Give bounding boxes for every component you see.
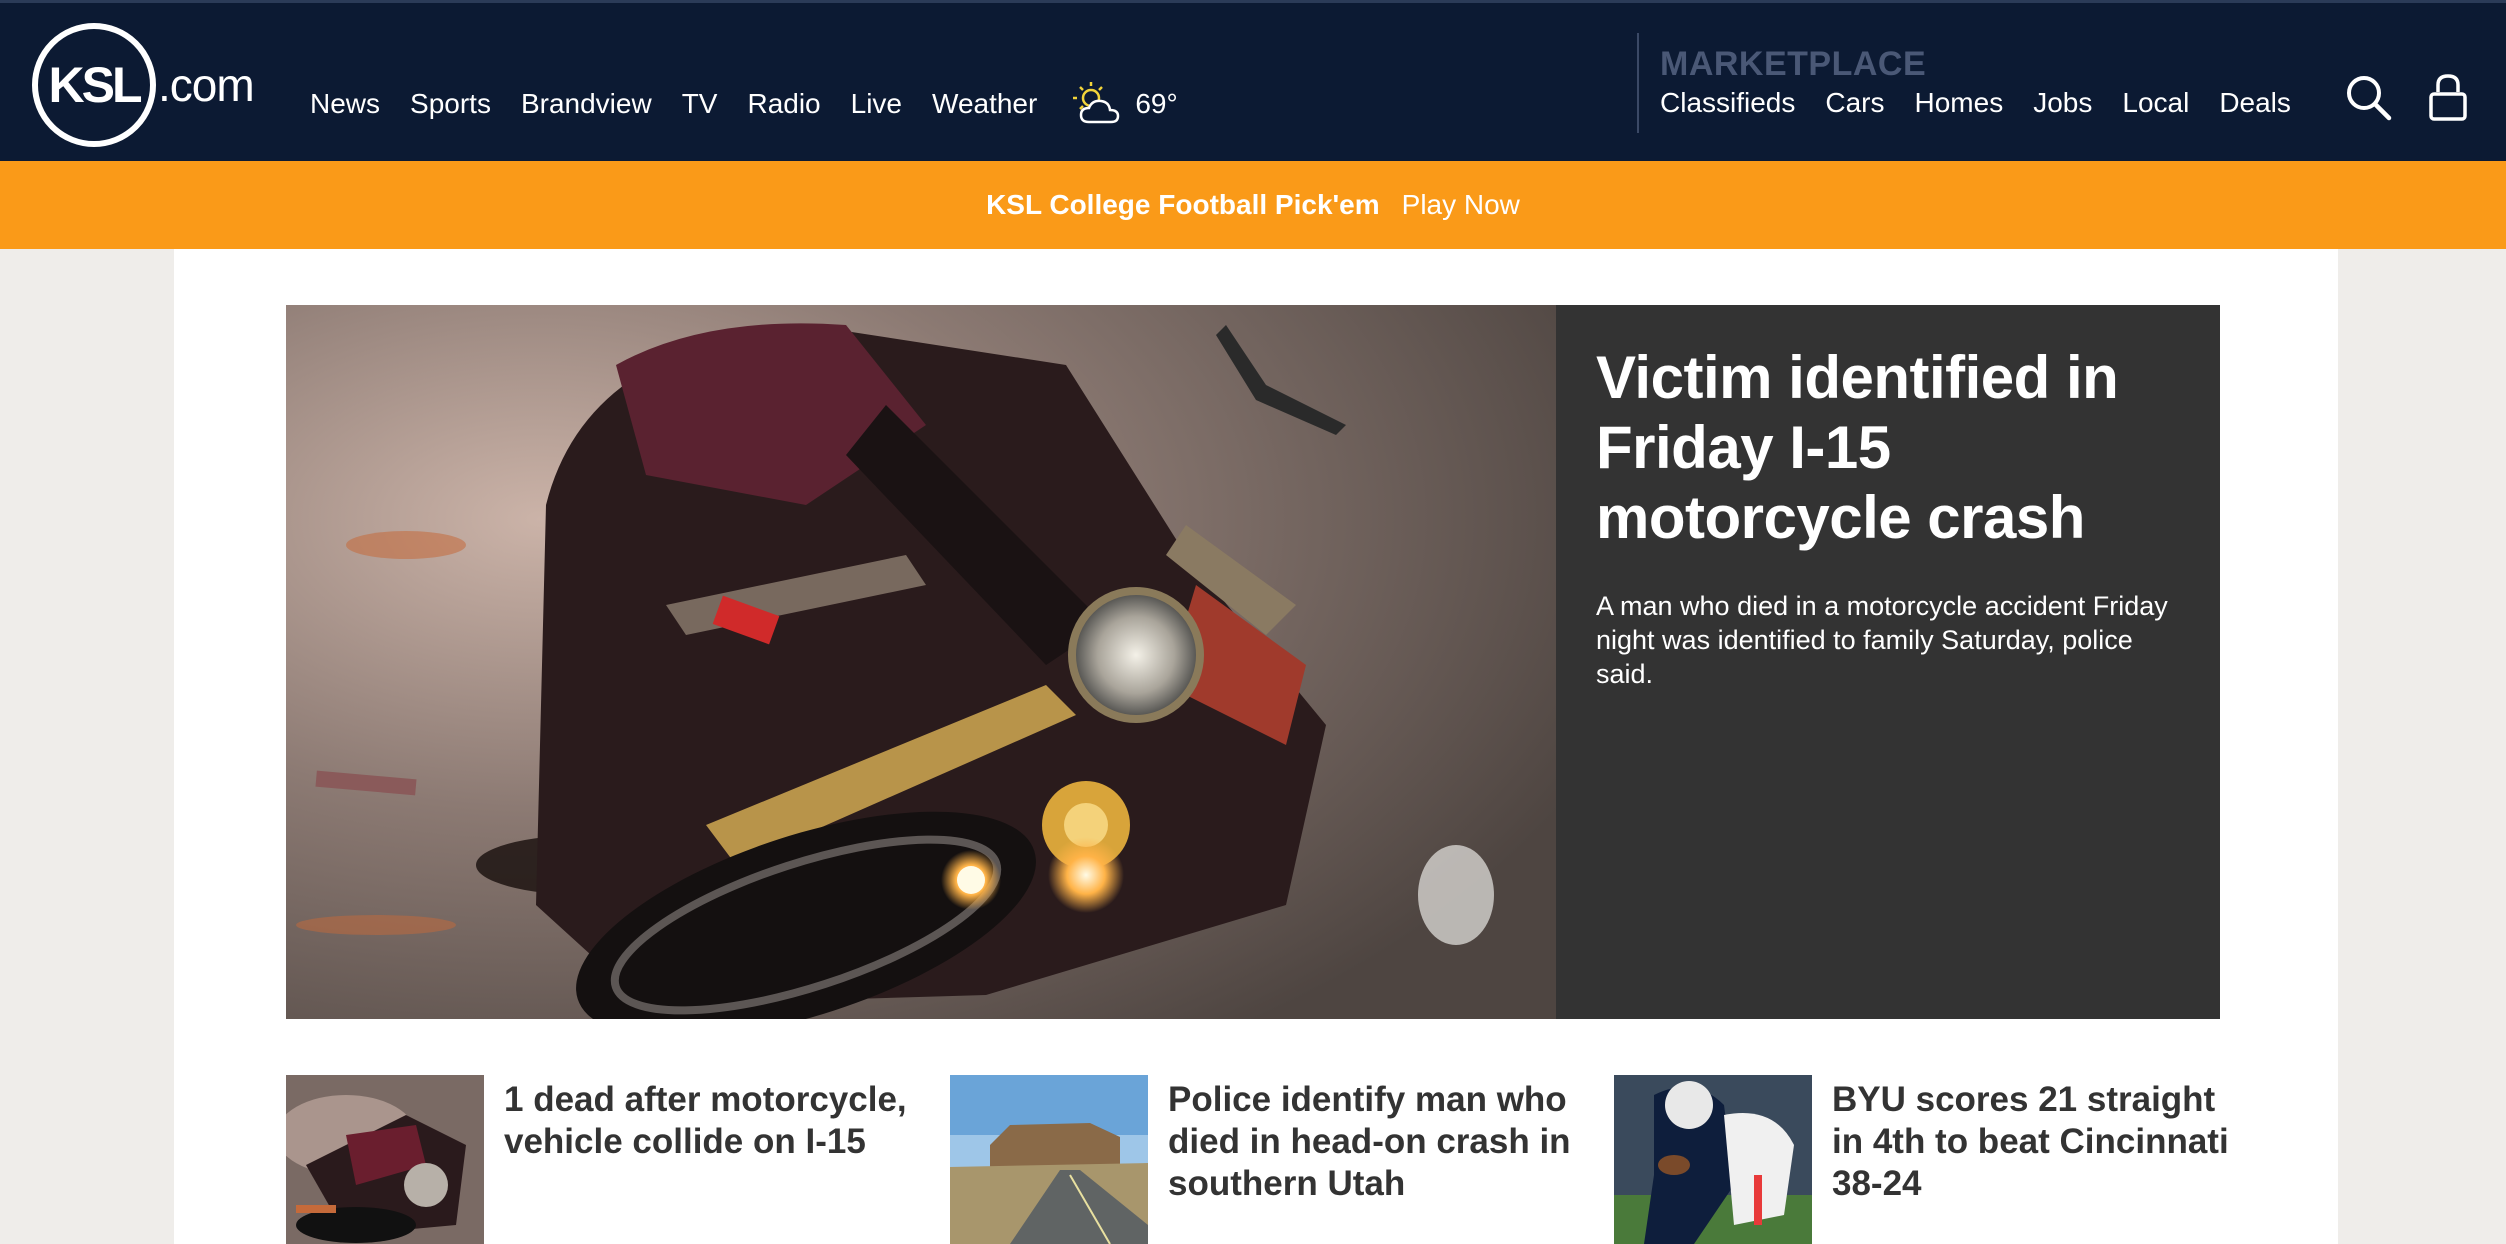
story-thumbnail[interactable]: [950, 1075, 1148, 1244]
logo-suffix-text: .com: [158, 59, 255, 111]
search-icon: [2347, 76, 2392, 121]
nav-sports[interactable]: Sports: [410, 88, 491, 120]
partly-cloudy-icon: [1073, 82, 1120, 124]
weather-widget[interactable]: 69°: [1071, 80, 1178, 128]
nav-classifieds[interactable]: Classifieds: [1660, 87, 1795, 119]
promo-banner: KSL College Football Pick'em Play Now: [0, 161, 2506, 249]
logo-main-text: KSL: [48, 57, 143, 113]
story-thumbnail[interactable]: [286, 1075, 484, 1244]
story-thumbnail[interactable]: [1614, 1075, 1812, 1244]
nav-deals[interactable]: Deals: [2219, 87, 2291, 119]
nav-jobs[interactable]: Jobs: [2033, 87, 2092, 119]
story-headline[interactable]: 1 dead after motorcycle, vehicle collide…: [504, 1079, 924, 1163]
top-navigation: KSL .com News Sports Brandview TV Radio …: [0, 0, 2506, 161]
story-headline[interactable]: BYU scores 21 straight in 4th to beat Ci…: [1832, 1079, 2252, 1205]
promo-title[interactable]: KSL College Football Pick'em: [986, 189, 1380, 221]
nav-tv[interactable]: TV: [682, 88, 718, 120]
nav-radio[interactable]: Radio: [747, 88, 820, 120]
nav-news[interactable]: News: [310, 88, 380, 120]
account-button[interactable]: [2420, 69, 2476, 125]
hero-image[interactable]: [286, 305, 1556, 1019]
weather-temperature: 69°: [1135, 88, 1178, 119]
marketplace-title[interactable]: MARKETPLACE: [1660, 45, 1926, 84]
search-button[interactable]: [2340, 69, 2396, 125]
hero-text-panel[interactable]: Victim identified in Friday I-15 motorcy…: [1556, 305, 2220, 1019]
story-row: 1 dead after motorcycle, vehicle collide…: [286, 1075, 2229, 1244]
story-headline[interactable]: Police identify man who died in head-on …: [1168, 1079, 1588, 1205]
story-card[interactable]: BYU scores 21 straight in 4th to beat Ci…: [1614, 1075, 2254, 1244]
nav-brandview[interactable]: Brandview: [521, 88, 652, 120]
play-now-link[interactable]: Play Now: [1402, 189, 1520, 221]
nav-divider: [1637, 33, 1639, 133]
ksl-logo[interactable]: KSL .com: [32, 21, 255, 149]
nav-live[interactable]: Live: [851, 88, 902, 120]
nav-cars[interactable]: Cars: [1825, 87, 1884, 119]
story-card[interactable]: 1 dead after motorcycle, vehicle collide…: [286, 1075, 926, 1244]
story-card[interactable]: Police identify man who died in head-on …: [950, 1075, 1590, 1244]
main-nav: News Sports Brandview TV Radio Live Weat…: [310, 79, 1178, 129]
nav-local[interactable]: Local: [2122, 87, 2189, 119]
nav-homes[interactable]: Homes: [1915, 87, 2004, 119]
nav-weather[interactable]: Weather: [932, 88, 1037, 120]
marketplace-nav: Classifieds Cars Homes Jobs Local Deals: [1660, 83, 2321, 123]
main-content: Victim identified in Friday I-15 motorcy…: [174, 249, 2338, 1244]
hero-headline[interactable]: Victim identified in Friday I-15 motorcy…: [1596, 343, 2180, 553]
logo-circle: KSL: [32, 23, 156, 147]
hero-story[interactable]: Victim identified in Friday I-15 motorcy…: [286, 305, 2220, 1019]
hero-summary: A man who died in a motorcycle accident …: [1596, 591, 2168, 689]
user-icon: [2429, 74, 2467, 121]
